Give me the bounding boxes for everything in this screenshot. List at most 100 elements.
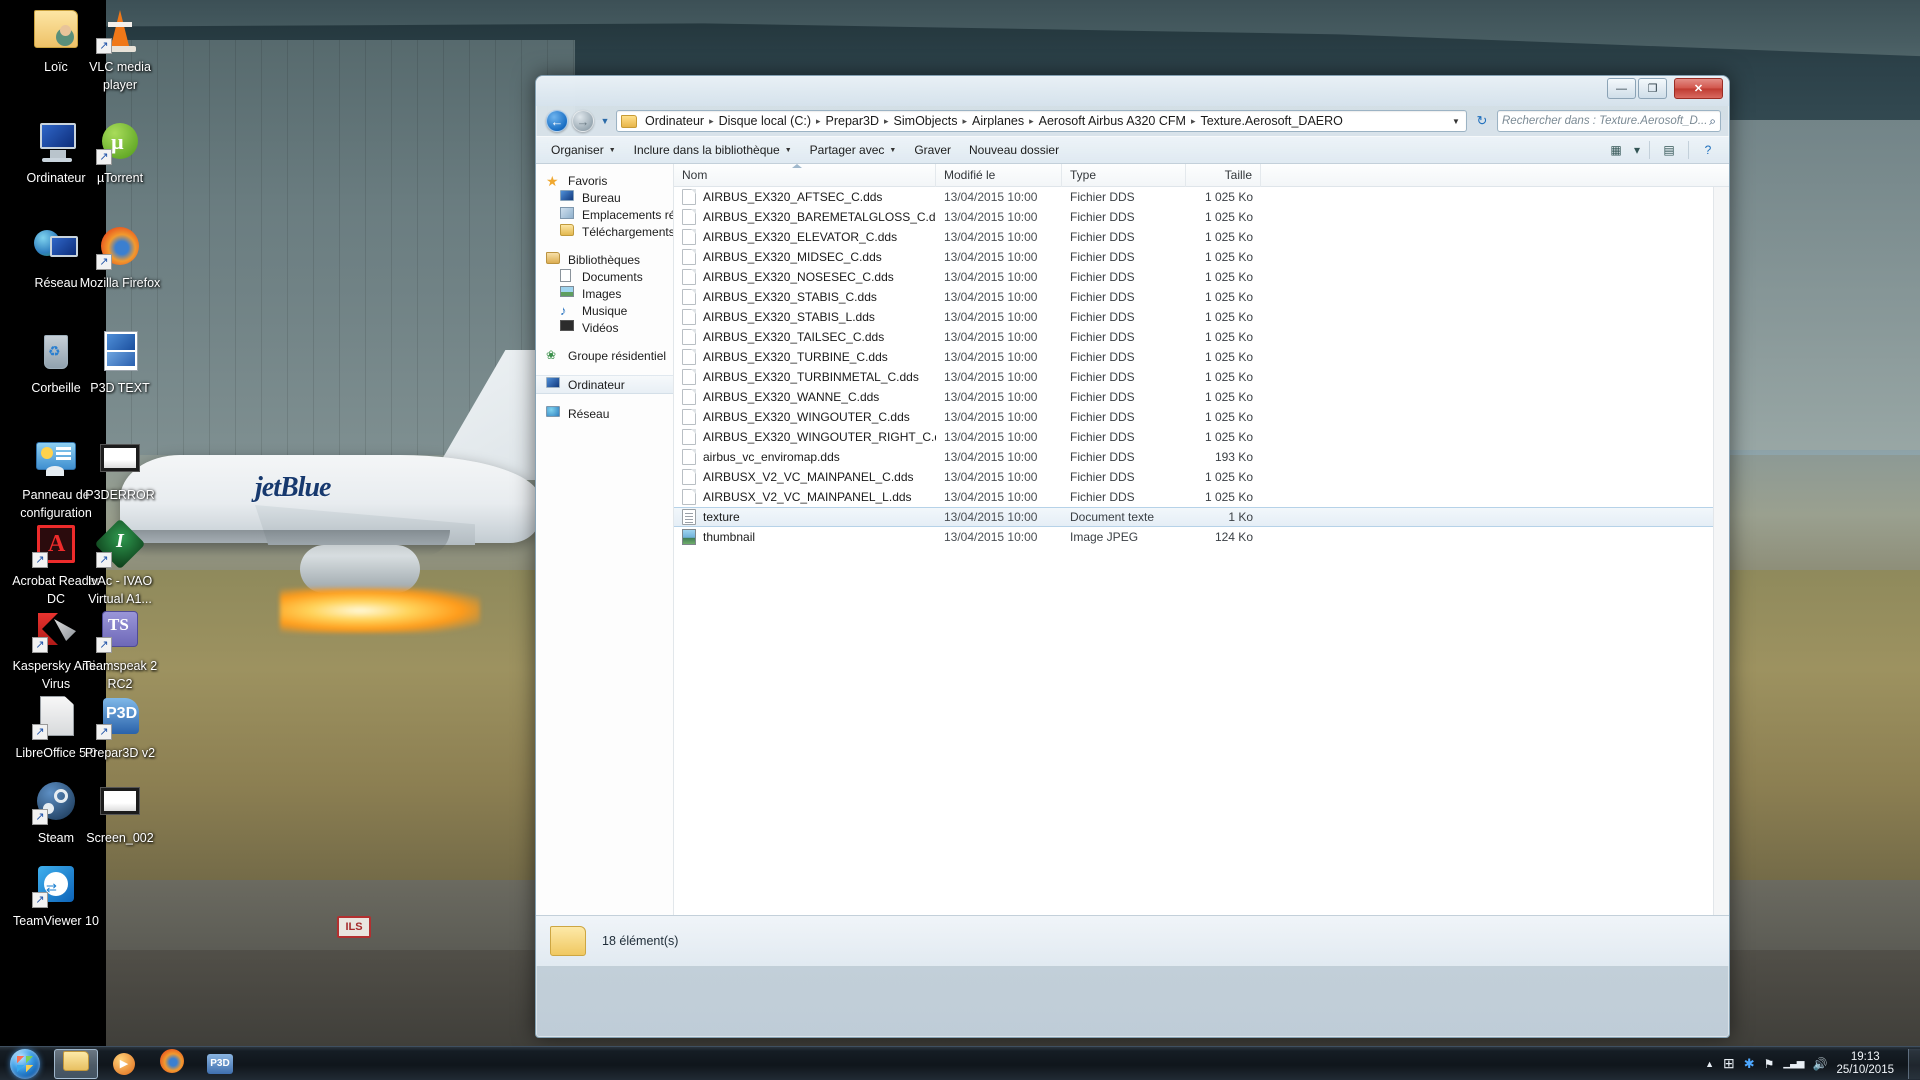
forward-arrow-icon[interactable]: → <box>572 110 594 132</box>
show-desktop-button[interactable] <box>1908 1048 1920 1079</box>
table-row[interactable]: AIRBUS_EX320_STABIS_L.dds 13/04/2015 10:0… <box>674 307 1729 327</box>
refresh-icon[interactable]: ↻ <box>1471 110 1493 132</box>
toolbar-item-inclure-dans-la-biblioth-que[interactable]: Inclure dans la bibliothèque ▼ <box>625 139 801 161</box>
desktop-icon-teamviewer-10[interactable]: ⇄ ↗ TeamViewer 10 <box>8 860 104 930</box>
breadcrumb-item-5[interactable]: Aerosoft Airbus A320 CFM <box>1035 112 1190 130</box>
breadcrumb-item-6[interactable]: Texture.Aerosoft_DAERO <box>1196 112 1448 130</box>
file-name-cell[interactable]: thumbnail <box>674 529 936 545</box>
desktop-icon-prepar3d-v2[interactable]: P3D ↗ Prepar3D v2 <box>72 692 168 762</box>
view-layout-caret-icon[interactable]: ▾ <box>1631 140 1643 160</box>
table-row[interactable]: AIRBUS_EX320_WINGOUTER_C.dds 13/04/2015 1… <box>674 407 1729 427</box>
sidebar-item-biblioth-ques[interactable]: Bibliothèques <box>536 251 673 268</box>
help-icon[interactable]: ? <box>1695 140 1721 160</box>
file-name-cell[interactable]: AIRBUS_EX320_TURBINMETAL_C.dds <box>674 369 936 385</box>
sidebar-item-ordinateur[interactable]: Ordinateur <box>536 375 673 394</box>
table-row[interactable]: AIRBUS_EX320_TAILSEC_C.dds 13/04/2015 10:… <box>674 327 1729 347</box>
column-header-modified[interactable]: Modifié le <box>936 164 1062 187</box>
file-name-cell[interactable]: AIRBUS_EX320_MIDSEC_C.dds <box>674 249 936 265</box>
search-input[interactable]: Rechercher dans : Texture.Aerosoft_D... … <box>1497 110 1721 132</box>
minimize-button[interactable]: — <box>1607 78 1636 99</box>
bluetooth-icon[interactable]: ✱ <box>1744 1056 1755 1072</box>
desktop-icon-teamspeak-2-rc2[interactable]: TS ↗ Teamspeak 2 RC2 <box>72 605 168 693</box>
table-row[interactable]: AIRBUS_EX320_WANNE_C.dds 13/04/2015 10:00… <box>674 387 1729 407</box>
table-row[interactable]: AIRBUS_EX320_TURBINMETAL_C.dds 13/04/2015… <box>674 367 1729 387</box>
table-row[interactable]: AIRBUS_EX320_NOSESEC_C.dds 13/04/2015 10:… <box>674 267 1729 287</box>
toolbar-item-organiser[interactable]: Organiser ▼ <box>542 139 625 161</box>
column-headers[interactable]: Nom Modifié le Type Taille <box>674 164 1729 187</box>
sidebar-item-groupe-r-sidentiel[interactable]: ❀ Groupe résidentiel <box>536 347 673 364</box>
file-name-cell[interactable]: airbus_vc_enviromap.dds <box>674 449 936 465</box>
column-header-name[interactable]: Nom <box>674 164 936 187</box>
file-name-cell[interactable]: AIRBUS_EX320_ELEVATOR_C.dds <box>674 229 936 245</box>
table-row[interactable]: AIRBUS_EX320_WINGOUTER_RIGHT_C.dds 13/04/… <box>674 427 1729 447</box>
table-row[interactable]: AIRBUSX_V2_VC_MAINPANEL_C.dds 13/04/2015 … <box>674 467 1729 487</box>
table-row[interactable]: AIRBUS_EX320_MIDSEC_C.dds 13/04/2015 10:0… <box>674 247 1729 267</box>
table-row[interactable]: AIRBUS_EX320_BAREMETALGLOSS_C.dds 13/04/2… <box>674 207 1729 227</box>
file-list-pane[interactable]: Nom Modifié le Type Taille AIRBUS_EX320_… <box>674 164 1729 915</box>
taskbar[interactable]: ▶ P3D ▲ ⊞ ✱ ⚑ ▁▃▅ 🔊 19:13 25/10/2015 <box>0 1046 1920 1080</box>
desktop-icon-ivac-ivao-virtual-a1[interactable]: I ↗ IvAc - IVAO Virtual A1... <box>72 518 168 608</box>
table-row[interactable]: thumbnail 13/04/2015 10:00 Image JPEG 124 K… <box>674 527 1729 547</box>
show-hidden-icons-icon[interactable]: ▲ <box>1705 1059 1714 1069</box>
sidebar-item-favoris[interactable]: ★ Favoris <box>536 172 673 189</box>
column-header-type[interactable]: Type <box>1062 164 1186 187</box>
file-list[interactable]: AIRBUS_EX320_AFTSEC_C.dds 13/04/2015 10:0… <box>674 187 1729 547</box>
desktop-icon-screen-002[interactable]: Screen_002 <box>72 777 168 847</box>
maximize-button[interactable]: ❐ <box>1638 78 1667 99</box>
table-row[interactable]: AIRBUS_EX320_AFTSEC_C.dds 13/04/2015 10:0… <box>674 187 1729 207</box>
file-name-cell[interactable]: AIRBUS_EX320_STABIS_L.dds <box>674 309 936 325</box>
toolbar-item-nouveau-dossier[interactable]: Nouveau dossier <box>960 139 1068 161</box>
volume-icon[interactable]: 🔊 <box>1812 1057 1827 1071</box>
breadcrumb[interactable]: Ordinateur ▸ Disque local (C:) ▸ Prepar3D ▸ Si… <box>616 110 1467 132</box>
file-name-cell[interactable]: AIRBUSX_V2_VC_MAINPANEL_C.dds <box>674 469 936 485</box>
taskbar-button-firefox[interactable] <box>150 1049 194 1079</box>
file-name-cell[interactable]: AIRBUS_EX320_WINGOUTER_RIGHT_C.dds <box>674 429 936 445</box>
file-name-cell[interactable]: texture <box>674 509 936 525</box>
table-row[interactable]: AIRBUSX_V2_VC_MAINPANEL_L.dds 13/04/2015 … <box>674 487 1729 507</box>
address-bar[interactable]: ← → ▼ Ordinateur ▸ Disque local (C:) ▸ Prepa… <box>536 106 1729 136</box>
back-arrow-icon[interactable]: ← <box>546 110 568 132</box>
taskbar-button-prepar3d[interactable]: P3D <box>198 1049 242 1079</box>
desktop-icon-mozilla-firefox[interactable]: ↗ Mozilla Firefox <box>72 222 168 292</box>
sidebar-item-emplacements-r-cer[interactable]: Emplacements récer <box>536 206 673 223</box>
breadcrumb-item-1[interactable]: Disque local (C:) <box>715 112 815 130</box>
breadcrumb-dropdown-icon[interactable]: ▼ <box>1448 117 1464 126</box>
sidebar-item-documents[interactable]: Documents <box>536 268 673 285</box>
file-name-cell[interactable]: AIRBUS_EX320_NOSESEC_C.dds <box>674 269 936 285</box>
file-name-cell[interactable]: AIRBUS_EX320_TURBINE_C.dds <box>674 349 936 365</box>
sidebar-item-bureau[interactable]: Bureau <box>536 189 673 206</box>
sidebar-item-vid-os[interactable]: Vidéos <box>536 319 673 336</box>
breadcrumb-item-3[interactable]: SimObjects <box>890 112 962 130</box>
taskbar-button-windows-media-player[interactable]: ▶ <box>102 1049 146 1079</box>
file-name-cell[interactable]: AIRBUS_EX320_AFTSEC_C.dds <box>674 189 936 205</box>
desktop-icon-torrent[interactable]: µ ↗ µTorrent <box>72 117 168 187</box>
breadcrumb-item-4[interactable]: Airplanes <box>968 112 1028 130</box>
windows-icon[interactable]: ⊞ <box>1723 1055 1735 1072</box>
desktop-icon-p3d-text[interactable]: P3D TEXT <box>72 327 168 397</box>
breadcrumb-item-2[interactable]: Prepar3D <box>822 112 884 130</box>
view-layout-icon[interactable]: ▦ <box>1603 140 1629 160</box>
file-name-cell[interactable]: AIRBUSX_V2_VC_MAINPANEL_L.dds <box>674 489 936 505</box>
desktop-icon-p3derror[interactable]: P3DERROR <box>72 434 168 504</box>
close-button[interactable]: ✕ <box>1674 78 1723 99</box>
toolbar-item-graver[interactable]: Graver <box>905 139 960 161</box>
sidebar-item-t-l-chargements[interactable]: Téléchargements <box>536 223 673 240</box>
sidebar-item-r-seau[interactable]: Réseau <box>536 405 673 422</box>
file-name-cell[interactable]: AIRBUS_EX320_WANNE_C.dds <box>674 389 936 405</box>
file-name-cell[interactable]: AIRBUS_EX320_STABIS_C.dds <box>674 289 936 305</box>
vertical-scrollbar[interactable] <box>1713 187 1729 915</box>
flag-icon[interactable]: ⚑ <box>1764 1057 1775 1071</box>
file-name-cell[interactable]: AIRBUS_EX320_BAREMETALGLOSS_C.dds <box>674 209 936 225</box>
table-row[interactable]: AIRBUS_EX320_TURBINE_C.dds 13/04/2015 10:… <box>674 347 1729 367</box>
sidebar-item-images[interactable]: Images <box>536 285 673 302</box>
toolbar-item-partager-avec[interactable]: Partager avec ▼ <box>801 139 906 161</box>
file-name-cell[interactable]: AIRBUS_EX320_TAILSEC_C.dds <box>674 329 936 345</box>
breadcrumb-item-0[interactable]: Ordinateur <box>641 112 708 130</box>
table-row[interactable]: airbus_vc_enviromap.dds 13/04/2015 10:00 F… <box>674 447 1729 467</box>
file-explorer-window[interactable]: — ❐ ✕ ← → ▼ Ordinateur ▸ Disque local (C:)… <box>535 75 1730 1038</box>
table-row[interactable]: AIRBUS_EX320_ELEVATOR_C.dds 13/04/2015 10… <box>674 227 1729 247</box>
chevron-down-icon[interactable]: ▼ <box>598 116 612 126</box>
system-tray[interactable]: ▲ ⊞ ✱ ⚑ ▁▃▅ 🔊 19:13 25/10/2015 <box>1705 1051 1904 1077</box>
start-button[interactable] <box>0 1047 50 1080</box>
clock[interactable]: 19:13 25/10/2015 <box>1836 1051 1894 1077</box>
